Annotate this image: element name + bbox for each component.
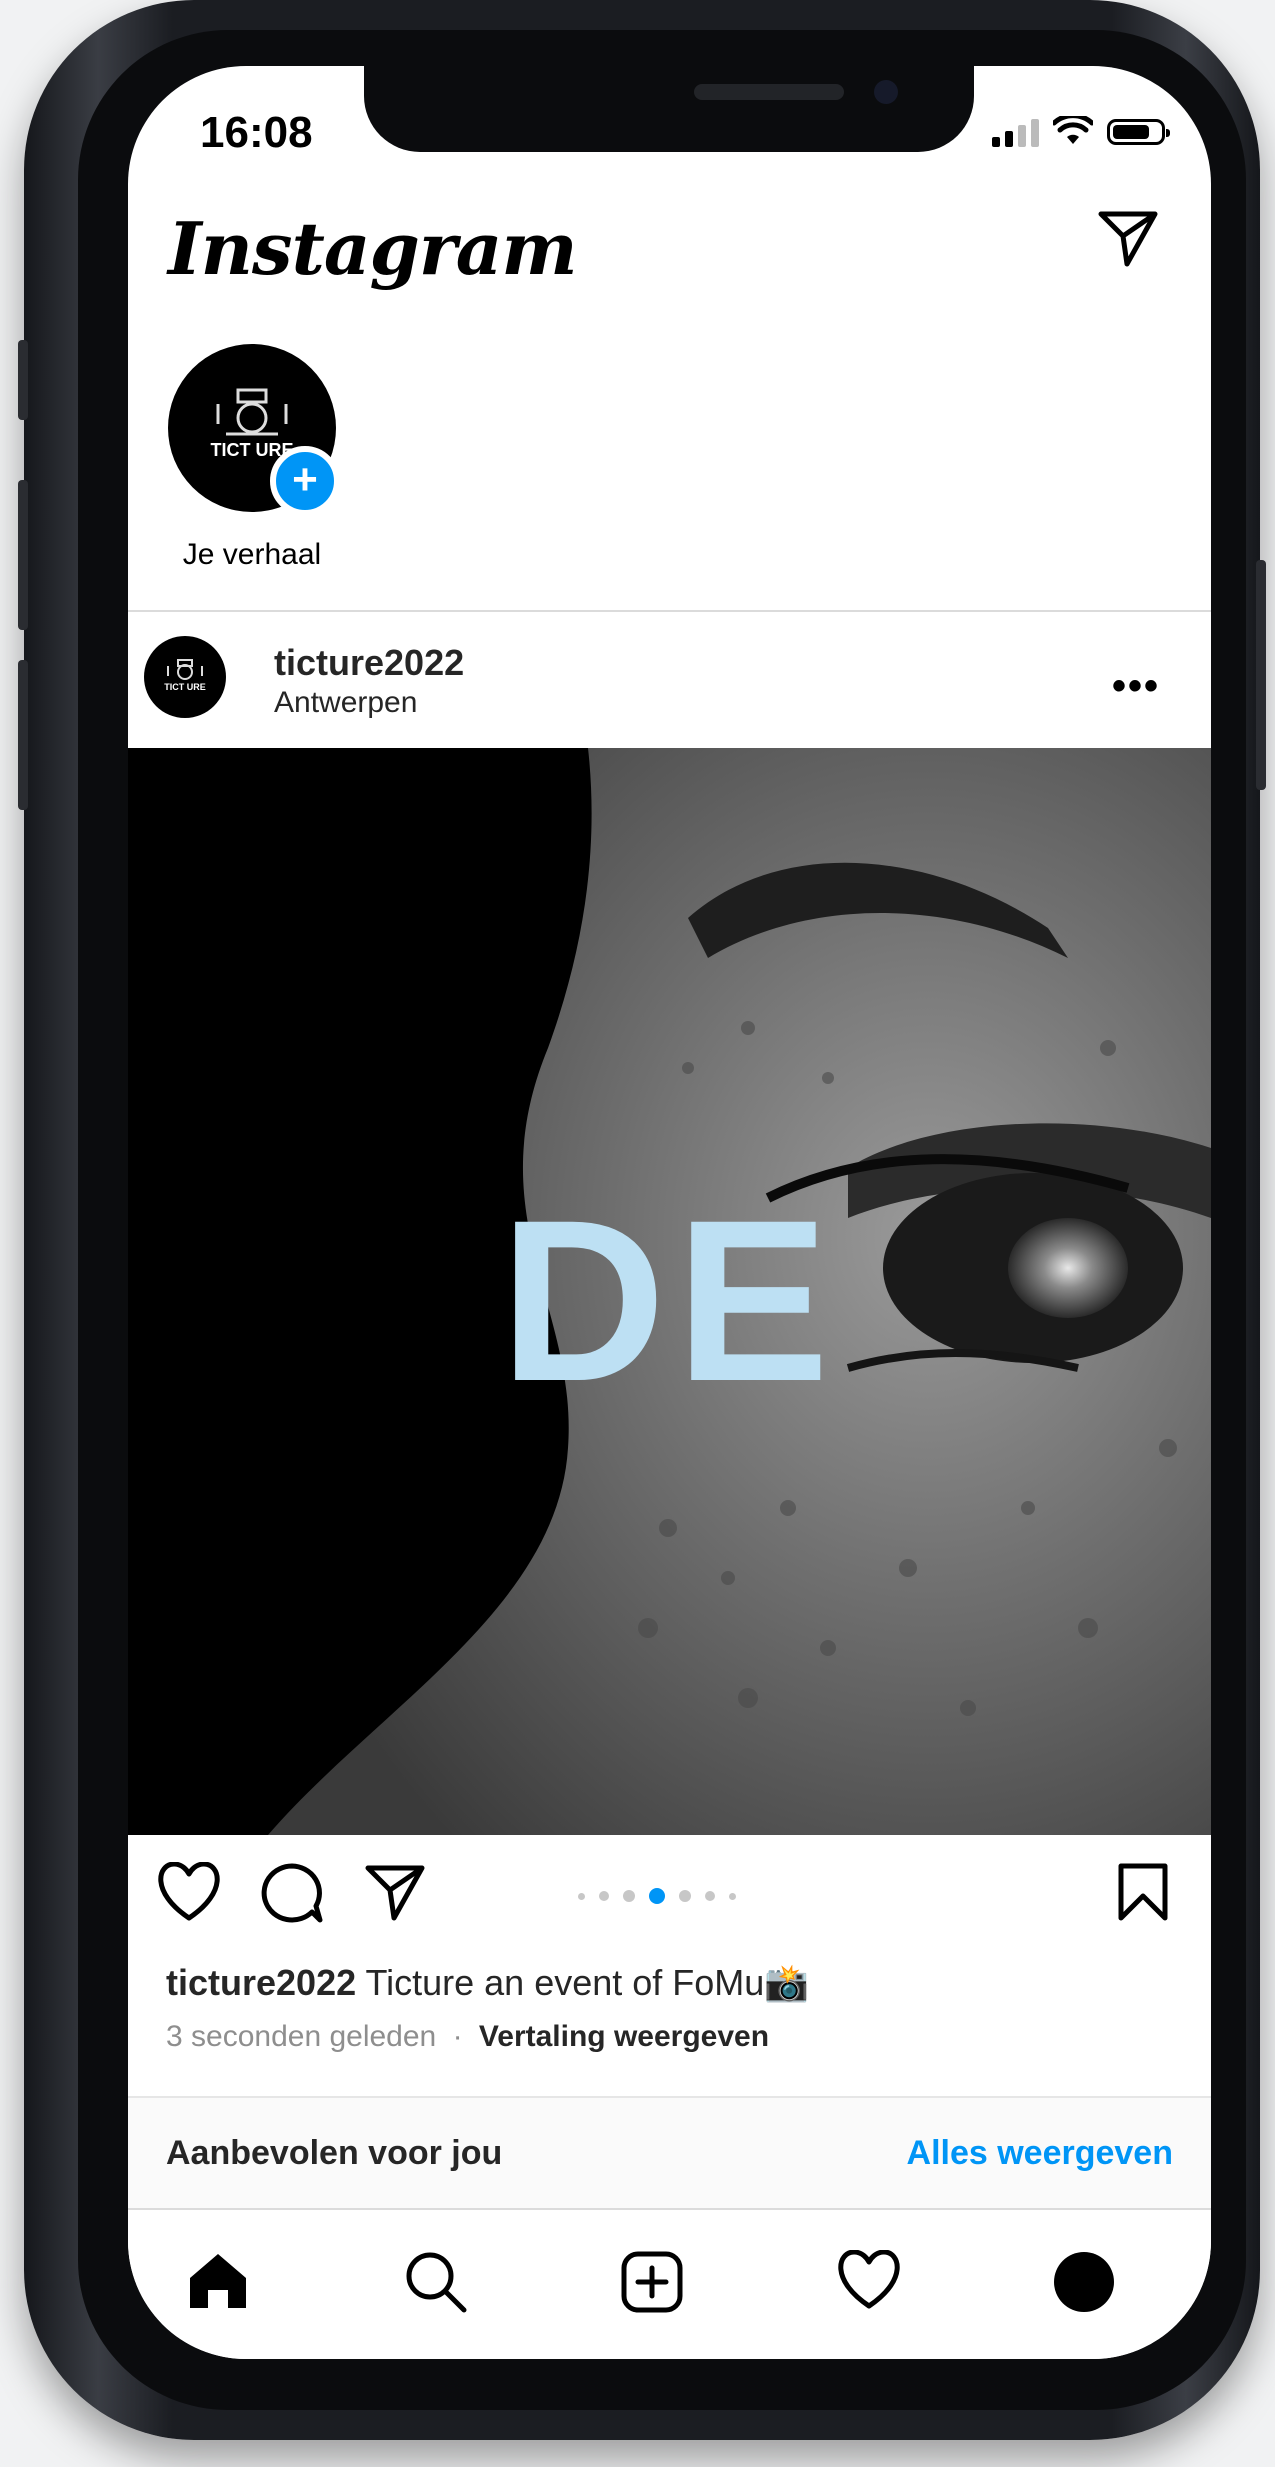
screen: 16:08 Instagram TICT URE + Je verhaal TI… [128, 66, 1211, 2359]
activity-heart-icon[interactable] [836, 2250, 902, 2310]
comment-icon[interactable] [260, 1862, 324, 1924]
caption-username[interactable]: ticture2022 [166, 1962, 356, 2003]
profile-avatar[interactable] [1054, 2252, 1114, 2312]
instagram-logo[interactable]: Instagram [168, 206, 578, 291]
carousel-dot [623, 1890, 635, 1902]
camera-logo-icon [167, 659, 203, 680]
phone-frame: 16:08 Instagram TICT URE + Je verhaal TI… [18, 0, 1266, 2440]
battery-icon [1107, 119, 1170, 145]
carousel-dot [679, 1890, 691, 1902]
post-image[interactable]: DE [128, 748, 1211, 1835]
mute-switch [18, 340, 28, 420]
status-icons [992, 116, 1170, 148]
like-heart-icon[interactable] [156, 1862, 222, 1922]
post-location[interactable]: Antwerpen [274, 686, 417, 720]
more-options-icon[interactable]: ••• [1112, 664, 1160, 709]
volume-down-button [18, 660, 28, 810]
translate-link[interactable]: Vertaling weergeven [479, 2020, 769, 2053]
post-avatar[interactable]: TICT URE [144, 636, 226, 718]
carousel-dot [729, 1892, 736, 1900]
post-username[interactable]: ticture2022 [274, 642, 464, 684]
carousel-dot [599, 1891, 609, 1901]
post-actions [128, 1862, 1211, 1932]
send-icon[interactable] [1097, 208, 1159, 268]
search-icon[interactable] [404, 2250, 468, 2314]
story-your-story[interactable]: TICT URE + Je verhaal [152, 344, 352, 572]
wifi-icon [1053, 116, 1093, 144]
stories-divider [128, 610, 1211, 612]
save-bookmark-icon[interactable] [1117, 1862, 1169, 1922]
signal-icon [992, 117, 1039, 147]
post-avatar-text: TICT URE [164, 682, 206, 692]
post-meta: 3 seconden geleden · Vertaling weergeven [166, 2020, 769, 2054]
story-label: Je verhaal [182, 538, 322, 571]
post-caption: ticture2022 Ticture an event of FoMu📸 [166, 1962, 809, 2004]
new-post-icon[interactable] [620, 2250, 684, 2314]
home-icon[interactable] [186, 2250, 250, 2312]
story-avatar[interactable]: TICT URE + [168, 344, 340, 516]
volume-up-button [18, 480, 28, 630]
post-time: 3 seconden geleden [166, 2020, 437, 2053]
post-overlay-text: DE [499, 1172, 840, 1429]
share-icon[interactable] [364, 1862, 426, 1922]
caption-text: Ticture an event of FoMu📸 [365, 1962, 810, 2003]
add-story-button[interactable]: + [270, 446, 340, 516]
notch [364, 66, 974, 152]
bottom-tab-bar [128, 2208, 1211, 2359]
front-camera [874, 80, 898, 104]
suggestions-title: Aanbevolen voor jou [166, 2134, 503, 2172]
post-header: TICT URE ticture2022 Antwerpen ••• [144, 636, 1194, 719]
carousel-dot [649, 1888, 665, 1904]
suggestions-bar: Aanbevolen voor jou Alles weergeven [128, 2096, 1211, 2208]
power-button [1256, 560, 1266, 790]
speaker [694, 84, 844, 100]
status-time: 16:08 [200, 108, 313, 157]
see-all-link[interactable]: Alles weergeven [907, 2134, 1173, 2173]
meta-separator: · [452, 2020, 463, 2053]
carousel-dot [578, 1892, 585, 1900]
carousel-dots [578, 1888, 736, 1904]
carousel-dot [705, 1891, 715, 1901]
